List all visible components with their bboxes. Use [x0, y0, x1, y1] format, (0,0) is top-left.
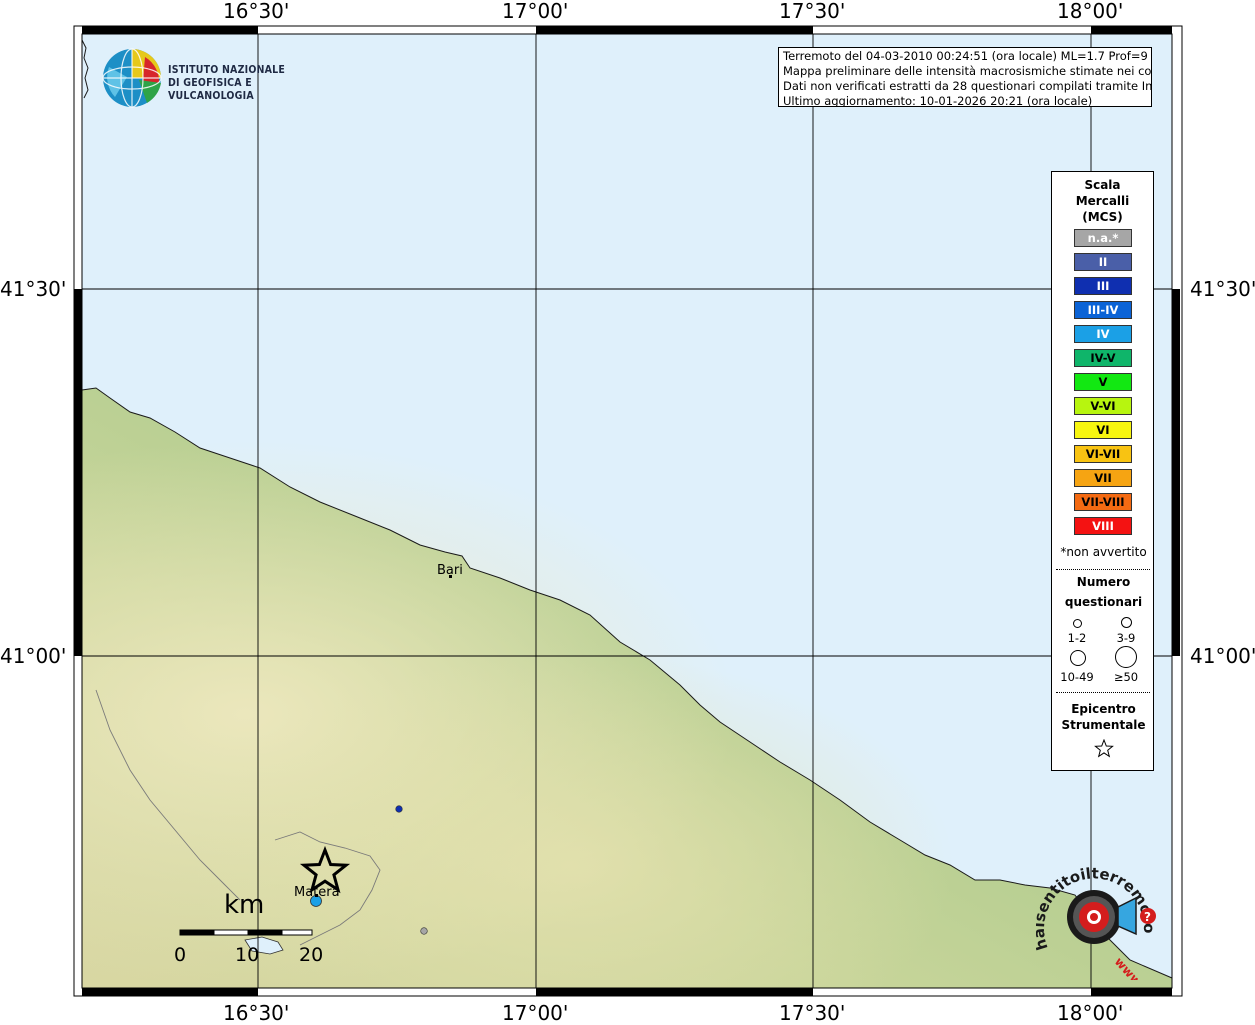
legend-swatch-viii: VIII — [1074, 517, 1132, 535]
legend-title-line2: Mercalli — [1075, 194, 1130, 208]
legend-star-icon — [1094, 739, 1114, 758]
scale-bar-graphic — [179, 929, 313, 936]
scale-tick-20: 20 — [299, 944, 324, 966]
legend-divider-2 — [1056, 692, 1150, 693]
size-circle-50 — [1115, 646, 1137, 668]
haisentito-logo-graphic: haisentitoilterremoto.it ? www. — [1030, 846, 1158, 992]
legend-swatch-vi-vii: VI-VII — [1074, 445, 1132, 463]
size-label-10-49: 10-49 — [1060, 670, 1094, 684]
size-label-3-9: 3-9 — [1116, 631, 1136, 645]
ingv-logo: ISTITUTO NAZIONALE DI GEOFISICA E VULCAN… — [100, 47, 320, 111]
svg-text:?: ? — [1144, 910, 1151, 924]
legend-swatch-vii: VII — [1074, 469, 1132, 487]
legend-swatch-iv: IV — [1074, 325, 1132, 343]
scale-unit: km — [224, 890, 265, 920]
ingv-globe-icon — [102, 48, 162, 108]
size-circle-1-2 — [1073, 619, 1082, 628]
ingv-logo-line2: DI GEOFISICA E VULCANOLOGIA — [168, 77, 254, 102]
size-circle-3-9 — [1121, 617, 1132, 628]
intensity-point-na[interactable] — [420, 927, 428, 935]
axis-top-lon-1: 16°30' — [223, 0, 290, 23]
axis-top-lon-2: 17°00' — [502, 0, 569, 23]
legend-swatch-iv-v: IV-V — [1074, 349, 1132, 367]
size-circle-10-49 — [1070, 650, 1086, 666]
legend-na-note: *non avvertito — [1060, 545, 1147, 559]
event-info-line3: Dati non verificati estratti da 28 quest… — [783, 79, 1152, 93]
legend-swatch-v: V — [1074, 373, 1132, 391]
haisentito-www-text: www. — [1112, 955, 1147, 980]
event-info-line2: Mappa preliminare delle intensità macros… — [783, 64, 1152, 78]
axis-left-lat-2: 41°00' — [0, 644, 67, 668]
legend-questionnaires-title1: Numero — [1076, 575, 1131, 589]
legend-swatch-iii-iv: III-IV — [1074, 301, 1132, 319]
event-info-box: Terremoto del 04-03-2010 00:24:51 (ora l… — [778, 47, 1152, 107]
legend-title-line3: (MCS) — [1082, 210, 1123, 224]
axis-bottom-lon-4: 18°00' — [1057, 1001, 1124, 1025]
legend-swatch-ii: II — [1074, 253, 1132, 271]
scale-tick-0: 0 — [174, 944, 187, 966]
legend-swatch-v-vi: V-VI — [1074, 397, 1132, 415]
legend-epicenter-title1: Epicentro — [1071, 702, 1136, 716]
ingv-logo-text: ISTITUTO NAZIONALE DI GEOFISICA E VULCAN… — [168, 64, 320, 103]
haisentito-logo[interactable]: haisentitoilterremoto.it ? www. — [1030, 846, 1158, 992]
axis-right-lat-2: 41°00' — [1190, 644, 1255, 668]
legend-swatch-n-a-: n.a.* — [1074, 229, 1132, 247]
axis-bottom-lon-1: 16°30' — [223, 1001, 290, 1025]
size-label-1-2: 1-2 — [1067, 631, 1087, 645]
place-label-bari: Bari — [437, 563, 463, 578]
ingv-logo-line1: ISTITUTO NAZIONALE — [168, 64, 286, 76]
legend-divider-1 — [1056, 569, 1150, 570]
event-info-line4: Ultimo aggiornamento: 10-01-2026 20:21 (… — [783, 94, 1093, 107]
axis-bottom-lon-2: 17°00' — [502, 1001, 569, 1025]
legend-swatch-iii: III — [1074, 277, 1132, 295]
axis-right-lat-1: 41°30' — [1190, 277, 1255, 301]
event-info-line1: Terremoto del 04-03-2010 00:24:51 (ora l… — [783, 49, 1152, 63]
axis-top-lon-4: 18°00' — [1057, 0, 1124, 23]
intensity-point-iii[interactable] — [395, 805, 403, 813]
axis-top-lon-3: 17°30' — [779, 0, 846, 23]
legend-questionnaires-title2: questionari — [1064, 595, 1143, 609]
axis-bottom-lon-3: 17°30' — [779, 1001, 846, 1025]
legend-swatch-vii-viii: VII-VIII — [1074, 493, 1132, 511]
size-label-50: ≥50 — [1113, 670, 1139, 684]
legend-panel: Scala Mercalli (MCS) n.a.* II III III-IV IV I… — [1051, 171, 1154, 771]
axis-left-lat-1: 41°30' — [0, 277, 67, 301]
scale-bar: km 0 10 20 — [174, 890, 336, 970]
scale-tick-10: 10 — [235, 944, 260, 966]
legend-epicenter-title2: Strumentale — [1061, 718, 1146, 732]
legend-title: Scala Mercalli (MCS) — [1052, 177, 1153, 225]
legend-title-line1: Scala — [1084, 178, 1121, 192]
legend-swatch-vi: VI — [1074, 421, 1132, 439]
